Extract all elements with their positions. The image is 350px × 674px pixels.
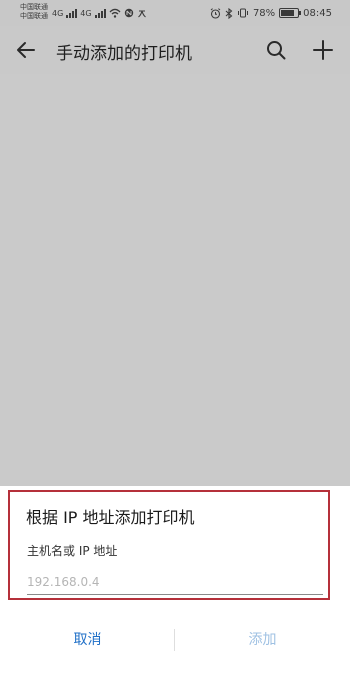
battery-fill — [281, 10, 294, 16]
network-type-1: 4G — [52, 8, 64, 18]
battery-percent: 78% — [252, 7, 276, 19]
bluetooth-icon — [225, 7, 233, 19]
clock: 08:45 — [303, 7, 332, 19]
page-title: 手动添加的打印机 — [56, 44, 192, 64]
add-button[interactable]: 添加 — [175, 624, 350, 656]
back-button[interactable] — [14, 38, 38, 62]
search-icon — [267, 41, 286, 60]
nfc-icon — [124, 8, 133, 18]
vibrate-icon — [237, 8, 248, 18]
status-right-icons: 78% 08:45 — [210, 6, 332, 20]
search-button[interactable] — [264, 38, 288, 62]
signal-icon — [66, 8, 78, 18]
plus-icon — [313, 40, 333, 60]
network-type-2: 4G — [80, 8, 92, 18]
battery-icon — [279, 8, 302, 18]
back-arrow-icon — [17, 42, 35, 58]
app-bar: 手动添加的打印机 — [0, 26, 350, 74]
notification-icon — [137, 10, 146, 18]
alarm-icon — [210, 7, 221, 19]
cancel-button[interactable]: 取消 — [0, 624, 175, 656]
dialog-title: 根据 IP 地址添加打印机 — [26, 508, 195, 527]
hostname-field-label: 主机名或 IP 地址 — [27, 544, 118, 558]
wifi-icon — [109, 8, 121, 18]
carrier-2: 中国联通 — [20, 12, 48, 20]
add-printer-dialog: 根据 IP 地址添加打印机 主机名或 IP 地址 取消 添加 — [0, 486, 350, 674]
carrier-info: 中国联通 中国联通 — [20, 3, 48, 21]
carrier-1: 中国联通 — [20, 3, 48, 11]
add-printer-button[interactable] — [311, 38, 335, 62]
dialog-button-row: 取消 添加 — [0, 624, 350, 656]
ip-address-input[interactable] — [27, 570, 323, 595]
status-left-icons: 4G 4G — [52, 7, 147, 19]
status-bar: 中国联通 中国联通 4G 4G 78% 08:45 — [0, 0, 350, 26]
signal-icon — [94, 8, 106, 18]
